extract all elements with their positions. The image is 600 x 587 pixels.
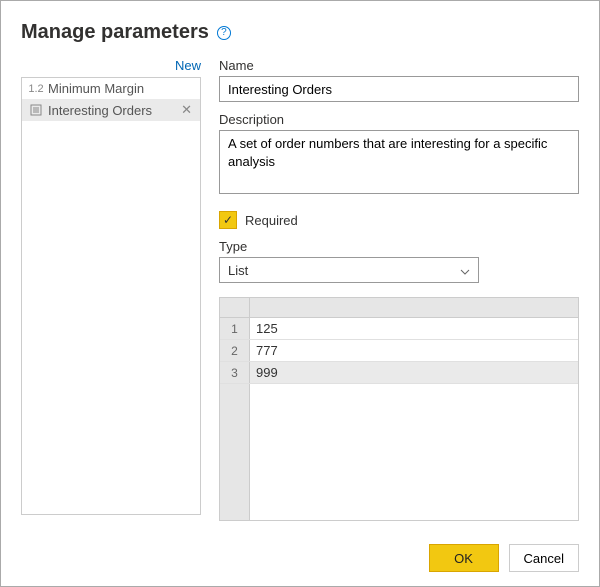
parameter-list: 1.2 Minimum Margin Interesting Orders ✕ <box>21 77 201 515</box>
required-label: Required <box>245 213 298 228</box>
name-input[interactable] <box>219 76 579 102</box>
grid-cell[interactable]: 777 <box>250 340 578 361</box>
new-parameter-link[interactable]: New <box>21 56 201 77</box>
dialog-title: Manage parameters <box>21 21 209 44</box>
description-input[interactable] <box>219 130 579 194</box>
cancel-button[interactable]: Cancel <box>509 544 579 572</box>
parameter-item-label: Interesting Orders <box>48 103 179 118</box>
grid-corner <box>220 298 250 317</box>
help-icon[interactable]: ? <box>217 26 231 40</box>
grid-empty-area <box>220 384 578 520</box>
grid-cell[interactable]: 999 <box>250 362 578 383</box>
grid-row-number: 1 <box>220 318 250 339</box>
numeric-icon: 1.2 <box>28 83 44 95</box>
list-icon <box>28 104 44 116</box>
list-values-grid[interactable]: 112527773999 <box>219 297 579 521</box>
grid-row[interactable]: 1125 <box>220 318 578 340</box>
type-select[interactable]: List <box>219 257 479 283</box>
type-label: Type <box>219 239 579 254</box>
grid-row-number: 2 <box>220 340 250 361</box>
chevron-down-icon <box>460 263 470 278</box>
ok-button[interactable]: OK <box>429 544 499 572</box>
parameter-item-minimum-margin[interactable]: 1.2 Minimum Margin <box>22 78 200 99</box>
grid-row-number: 3 <box>220 362 250 383</box>
grid-header-cell <box>250 298 578 317</box>
delete-parameter-icon[interactable]: ✕ <box>179 102 194 118</box>
parameter-item-interesting-orders[interactable]: Interesting Orders ✕ <box>22 99 200 121</box>
name-label: Name <box>219 58 579 73</box>
description-label: Description <box>219 112 579 127</box>
grid-row[interactable]: 3999 <box>220 362 578 384</box>
grid-header <box>220 298 578 318</box>
grid-row[interactable]: 2777 <box>220 340 578 362</box>
dialog-header: Manage parameters ? <box>21 21 579 44</box>
required-checkbox[interactable]: ✓ <box>219 211 237 229</box>
parameter-item-label: Minimum Margin <box>48 81 194 96</box>
grid-cell[interactable]: 125 <box>250 318 578 339</box>
type-select-value: List <box>228 263 248 278</box>
